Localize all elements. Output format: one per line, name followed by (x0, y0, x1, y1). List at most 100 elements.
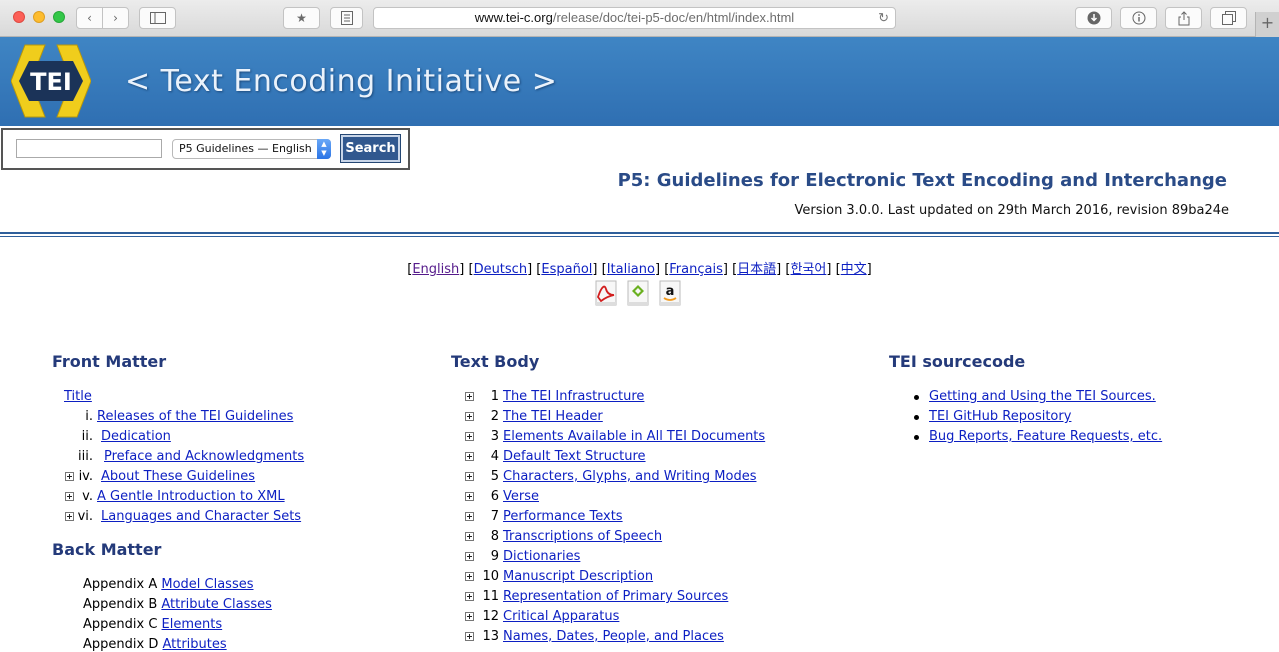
chapter-number: 11 (482, 589, 499, 604)
tei-logo[interactable]: TEI (11, 41, 91, 121)
text-body-heading: Text Body (451, 352, 540, 371)
sidebar-icon (149, 12, 166, 24)
chapter-link[interactable]: Verse (503, 488, 539, 506)
bullet-icon (914, 395, 919, 400)
info-button[interactable] (1120, 7, 1157, 29)
chapter-number: 6 (490, 489, 499, 504)
chapter-link[interactable]: Manuscript Description (503, 568, 653, 586)
guidelines-select[interactable]: P5 Guidelines — English ▲ ▼ (172, 139, 331, 159)
pdf-icon[interactable] (593, 279, 619, 307)
back-button[interactable]: ‹ (76, 7, 103, 29)
language-link[interactable]: 한국어 (790, 262, 826, 277)
star-icon: ★ (296, 11, 307, 25)
language-link[interactable]: Español (541, 262, 592, 277)
chapter-link[interactable]: Critical Apparatus (503, 608, 619, 626)
expand-icon[interactable] (465, 512, 474, 521)
sourcecode-item: TEI GitHub Repository (0, 408, 1250, 426)
chevron-left-icon: ‹ (87, 11, 92, 25)
chapter-item: 10 Manuscript Description (0, 568, 860, 586)
bookmarks-button[interactable]: ★ (283, 7, 320, 29)
expand-icon[interactable] (465, 632, 474, 641)
chapter-link[interactable]: Transcriptions of Speech (503, 528, 662, 546)
language-link[interactable]: 中文 (841, 262, 867, 277)
sourcecode-link[interactable]: Bug Reports, Feature Requests, etc. (929, 428, 1162, 446)
search-button[interactable]: Search (340, 134, 401, 163)
chevron-right-icon: › (113, 11, 118, 25)
chapter-link[interactable]: Characters, Glyphs, and Writing Modes (503, 468, 756, 486)
chapter-link[interactable]: Performance Texts (503, 508, 623, 526)
chapter-number: 12 (482, 609, 499, 624)
document-icon (340, 11, 353, 25)
download-formats: a (593, 279, 685, 309)
chapter-link[interactable]: Names, Dates, People, and Places (503, 628, 724, 646)
sourcecode-item: Getting and Using the TEI Sources. (0, 388, 1250, 406)
language-link[interactable]: 日本語 (737, 262, 776, 277)
share-button[interactable] (1165, 7, 1202, 29)
chapter-item: 9 Dictionaries (0, 548, 860, 566)
sourcecode-link[interactable]: Getting and Using the TEI Sources. (929, 388, 1156, 406)
language-link[interactable]: Italiano (607, 262, 655, 277)
expand-icon[interactable] (465, 532, 474, 541)
chapter-number: 8 (490, 529, 499, 544)
new-tab-button[interactable]: + (1255, 12, 1279, 37)
language-link[interactable]: Français (669, 262, 723, 277)
bullet-icon (914, 435, 919, 440)
url-path: /release/doc/tei-p5-doc/en/html/index.ht… (552, 10, 795, 25)
expand-icon[interactable] (465, 492, 474, 501)
chapter-number: 13 (482, 629, 499, 644)
banner-title: < Text Encoding Initiative > (125, 64, 558, 99)
select-arrows-icon: ▲ ▼ (317, 139, 331, 159)
window-minimize-button[interactable] (33, 11, 45, 23)
sourcecode-link[interactable]: TEI GitHub Repository (929, 408, 1071, 426)
bullet-icon (914, 415, 919, 420)
chapter-item: 6 Verse (0, 488, 860, 506)
sidebar-button[interactable] (139, 7, 176, 29)
reader-button[interactable] (330, 7, 363, 29)
forward-button[interactable]: › (102, 7, 129, 29)
chapter-item: 11 Representation of Primary Sources (0, 588, 860, 606)
header-divider-thin (0, 236, 1279, 237)
language-links: [English] [Deutsch] [Español] [Italiano]… (407, 262, 872, 277)
sourcecode-heading: TEI sourcecode (889, 352, 1026, 371)
chapter-link[interactable]: Dictionaries (503, 548, 580, 566)
expand-icon[interactable] (465, 612, 474, 621)
expand-icon[interactable] (465, 472, 474, 481)
chapter-link[interactable]: Default Text Structure (503, 448, 646, 466)
version-info: Version 3.0.0. Last updated on 29th Marc… (794, 203, 1230, 218)
chapter-number: 9 (490, 549, 499, 564)
address-bar[interactable]: www.tei-c.org/release/doc/tei-p5-doc/en/… (373, 7, 896, 29)
share-icon (1178, 10, 1189, 25)
logo-text: TEI (30, 68, 72, 96)
tabs-button[interactable] (1210, 7, 1247, 29)
chapter-item: 12 Critical Apparatus (0, 608, 860, 626)
expand-icon[interactable] (465, 452, 474, 461)
chapter-item: 4 Default Text Structure (0, 448, 860, 466)
header-divider (0, 232, 1279, 234)
info-icon (1132, 11, 1145, 25)
chapter-item: 7 Performance Texts (0, 508, 860, 526)
language-link[interactable]: Deutsch (474, 262, 528, 277)
epub-icon[interactable] (625, 279, 651, 307)
expand-icon[interactable] (465, 592, 474, 601)
search-input[interactable] (16, 139, 162, 158)
amazon-icon[interactable]: a (657, 279, 683, 307)
page-title: P5: Guidelines for Electronic Text Encod… (617, 170, 1227, 191)
chapter-number: 4 (490, 449, 499, 464)
expand-icon[interactable] (465, 552, 474, 561)
expand-icon[interactable] (465, 572, 474, 581)
download-icon (1087, 11, 1100, 25)
sourcecode-item: Bug Reports, Feature Requests, etc. (0, 428, 1250, 446)
chapter-item: 13 Names, Dates, People, and Places (0, 628, 860, 646)
window-close-button[interactable] (13, 11, 25, 23)
chapter-number: 7 (490, 509, 499, 524)
reload-icon[interactable]: ↻ (878, 8, 889, 28)
tabs-icon (1221, 11, 1236, 25)
chapter-item: 5 Characters, Glyphs, and Writing Modes (0, 468, 860, 486)
chapter-link[interactable]: Representation of Primary Sources (503, 588, 728, 606)
chapter-number: 5 (490, 469, 499, 484)
search-form: P5 Guidelines — English ▲ ▼ Search (1, 128, 410, 170)
language-link[interactable]: English (412, 262, 459, 277)
window-zoom-button[interactable] (53, 11, 65, 23)
svg-text:a: a (666, 284, 675, 299)
downloads-button[interactable] (1075, 7, 1112, 29)
